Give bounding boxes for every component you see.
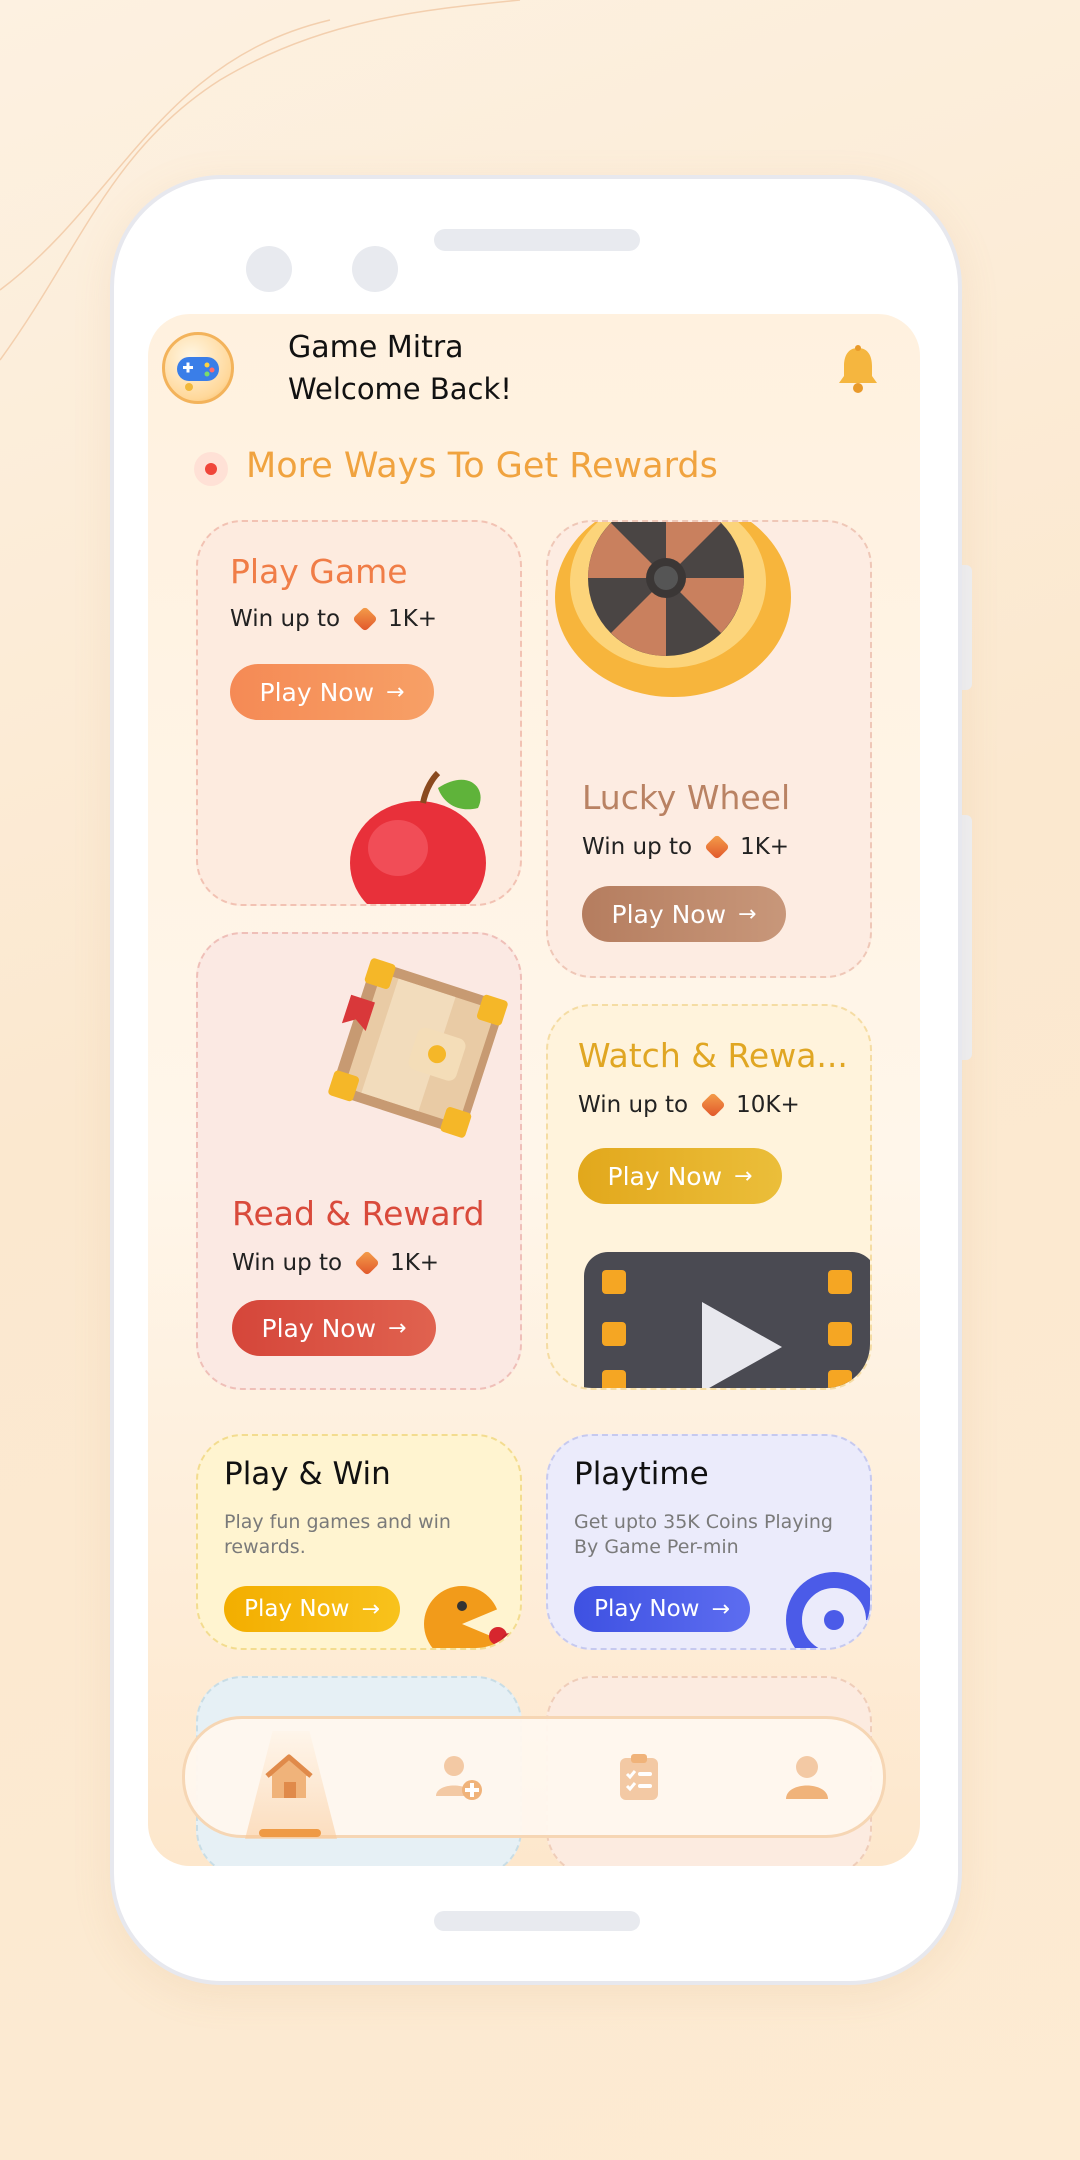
video-play-icon: [584, 1252, 870, 1388]
card-description: Get upto 35K Coins Playing By Game Per-m…: [574, 1511, 833, 1558]
tasks-icon: [620, 1754, 658, 1800]
play-win-card[interactable]: Play & Win Play fun games and win reward…: [196, 1434, 522, 1650]
welcome-text: Welcome Back!: [288, 372, 512, 406]
play-now-button[interactable]: Play Now →: [230, 664, 434, 720]
front-sensor: [352, 246, 398, 292]
card-title: Play Game: [230, 552, 408, 591]
apple-icon: [350, 770, 486, 904]
pacman-fruit-icon: [424, 1586, 519, 1648]
play-now-button[interactable]: Play Now →: [582, 886, 786, 942]
read-reward-card[interactable]: Read & Reward Win up to 1K+ Play Now →: [196, 932, 522, 1390]
lucky-wheel-card[interactable]: Lucky Wheel Win up to 1K+ Play Now →: [546, 520, 872, 978]
card-win-text: Win up to 1K+: [582, 834, 790, 860]
nav-active-indicator: [259, 1829, 321, 1837]
nav-profile[interactable]: [777, 1747, 837, 1807]
coin-icon: [354, 1250, 380, 1276]
app-title: Game Mitra: [288, 330, 464, 365]
add-user-icon: [436, 1756, 482, 1800]
coin-icon: [700, 1092, 726, 1118]
arrow-right-icon: →: [388, 1315, 407, 1341]
play-game-card[interactable]: Play Game Win up to 1K+ Play Now →: [196, 520, 522, 906]
card-win-text: Win up to 1K+: [230, 606, 438, 632]
card-title: Watch & Rewa...: [578, 1036, 848, 1075]
bottom-nav: [182, 1716, 886, 1839]
coin-icon: [352, 606, 378, 632]
card-title: Play & Win: [224, 1456, 391, 1492]
arrow-right-icon: →: [734, 1163, 753, 1189]
front-camera: [246, 246, 292, 292]
arrow-right-icon: →: [361, 1596, 380, 1622]
arrow-right-icon: →: [738, 901, 757, 927]
app-screen: Game Mitra Welcome Back! More Ways To Ge…: [148, 314, 920, 1866]
lucky-wheel-icon: [555, 522, 791, 697]
bell-icon[interactable]: [836, 344, 880, 394]
book-icon: [328, 958, 508, 1138]
watch-reward-card[interactable]: Watch & Rewa... Win up to 10K+ Play Now →: [546, 1004, 872, 1390]
play-now-button[interactable]: Play Now →: [578, 1148, 782, 1204]
gamepad-icon: [177, 357, 219, 391]
speaker-grill: [434, 229, 640, 251]
section-title: More Ways To Get Rewards: [246, 446, 718, 486]
play-now-button[interactable]: Play Now →: [574, 1586, 750, 1632]
section-dot: [194, 452, 228, 486]
nav-tasks[interactable]: [609, 1747, 669, 1807]
card-title: Playtime: [574, 1456, 709, 1492]
card-title: Lucky Wheel: [582, 778, 791, 817]
power-button: [962, 815, 972, 1060]
playtime-logo-icon: [786, 1572, 870, 1648]
playtime-card[interactable]: Playtime Get upto 35K Coins Playing By G…: [546, 1434, 872, 1650]
play-now-button[interactable]: Play Now →: [232, 1300, 436, 1356]
profile-icon: [786, 1756, 828, 1799]
home-indicator: [434, 1911, 640, 1931]
card-win-text: Win up to 10K+: [578, 1092, 800, 1118]
arrow-right-icon: →: [386, 679, 405, 705]
coin-icon: [704, 834, 730, 860]
nav-refer[interactable]: [429, 1747, 489, 1807]
volume-button: [962, 565, 972, 690]
nav-home[interactable]: [259, 1747, 319, 1807]
arrow-right-icon: →: [711, 1596, 730, 1622]
card-win-text: Win up to 1K+: [232, 1250, 440, 1276]
play-now-button[interactable]: Play Now →: [224, 1586, 400, 1632]
card-title: Read & Reward: [232, 1194, 485, 1233]
avatar[interactable]: [162, 332, 234, 404]
card-description: Play fun games and win rewards.: [224, 1511, 451, 1558]
home-icon: [265, 1754, 313, 1798]
